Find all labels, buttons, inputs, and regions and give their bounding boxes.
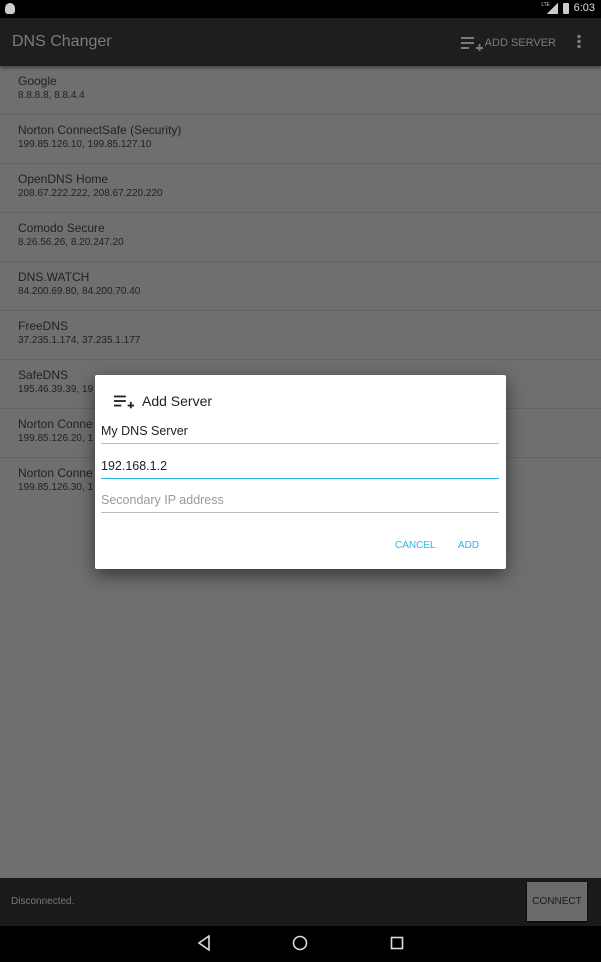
list-item[interactable]: Norton ConnectSafe (Security) 199.85.126.… [0, 115, 601, 164]
server-name: Norton ConnectSafe (Security) [18, 123, 182, 137]
dialog-title: Add Server [142, 393, 213, 409]
playlist-add-icon [460, 37, 483, 51]
server-ips: 8.26.56.26, 8.20.247.20 [18, 237, 124, 248]
primary-ip-input[interactable] [101, 453, 499, 479]
server-ips: 8.8.8.8, 8.8.4.4 [18, 90, 85, 101]
server-name: FreeDNS [18, 319, 69, 333]
server-name: Comodo Secure [18, 221, 105, 235]
battery-icon [562, 2, 569, 14]
list-item[interactable]: OpenDNS Home 208.67.222.222, 208.67.220.2… [0, 164, 601, 213]
more-vert-icon[interactable] [577, 34, 581, 48]
list-item[interactable]: Google 8.8.8.8, 8.8.4.4 [0, 66, 601, 115]
signal-icon [546, 2, 558, 14]
status-bar: LTE 6:03 [0, 0, 601, 18]
add-server-label: ADD SERVER [484, 37, 556, 49]
playlist-add-icon [114, 395, 134, 409]
cancel-button[interactable]: CANCEL [395, 540, 436, 551]
back-icon[interactable] [197, 935, 211, 951]
secondary-ip-input[interactable] [101, 487, 499, 513]
home-icon[interactable] [292, 935, 308, 951]
connection-bar: Disconnected. CONNECT [0, 878, 601, 926]
add-server-button[interactable]: ADD SERVER [460, 35, 556, 51]
clock: 6:03 [573, 2, 595, 14]
app-title: DNS Changer [12, 33, 112, 50]
recents-icon[interactable] [390, 935, 404, 951]
list-item[interactable]: FreeDNS 37.235.1.174, 37.235.1.177 [0, 311, 601, 360]
add-button[interactable]: ADD [458, 540, 479, 551]
navigation-bar [0, 926, 601, 962]
server-ips: 37.235.1.174, 37.235.1.177 [18, 335, 141, 346]
server-ips: 208.67.222.222, 208.67.220.220 [18, 188, 163, 199]
server-ips: 199.85.126.10, 199.85.127.10 [18, 139, 152, 150]
connect-button[interactable]: CONNECT [527, 882, 587, 921]
server-ips: 84.200.69.80, 84.200.70.40 [18, 286, 141, 297]
toolbar: DNS Changer ADD SERVER [0, 18, 601, 66]
list-item[interactable]: Comodo Secure 8.26.56.26, 8.20.247.20 [0, 213, 601, 262]
server-name: Google [18, 74, 57, 88]
add-server-dialog: Add Server CANCEL ADD [95, 375, 506, 569]
connection-status: Disconnected. [11, 896, 75, 907]
server-name: OpenDNS Home [18, 172, 109, 186]
server-name: DNS.WATCH [18, 270, 90, 284]
server-name-input[interactable] [101, 418, 499, 444]
list-item[interactable]: DNS.WATCH 84.200.69.80, 84.200.70.40 [0, 262, 601, 311]
android-notification-icon [5, 3, 15, 14]
